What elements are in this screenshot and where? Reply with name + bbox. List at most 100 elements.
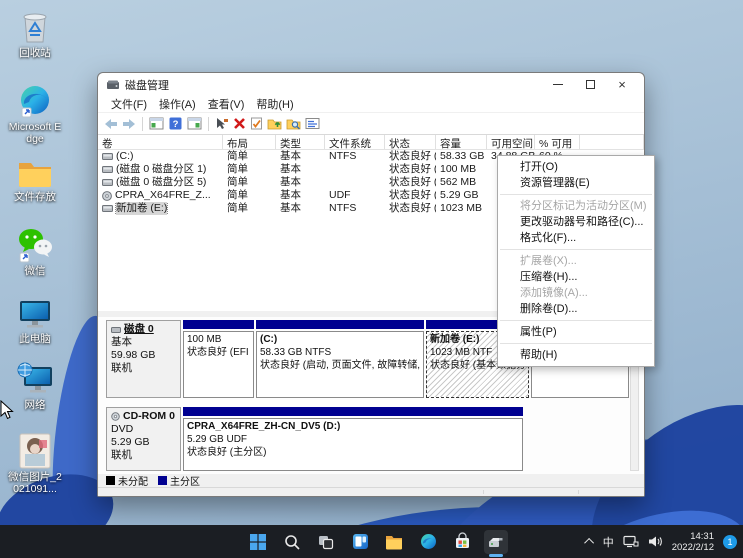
col-free-space[interactable]: 可用空间 [487,135,535,149]
menu-help[interactable]: 帮助(H) [250,95,299,113]
show-console-tree-icon[interactable] [149,117,164,130]
task-view-icon [317,533,335,551]
search-button[interactable] [280,530,304,554]
desktop-icon-label: 微信图片_2021091... [7,472,63,495]
menu-item-help[interactable]: 帮助(H) [498,347,654,363]
start-button[interactable] [246,530,270,554]
menu-item-extend-volume: 扩展卷(X)... [498,253,654,269]
check-document-icon[interactable] [250,117,263,130]
drive-icon [102,153,113,160]
folder-search-icon[interactable] [286,117,301,130]
partition-color-bar [256,320,424,329]
desktop-icon-label: 微信 [7,266,63,278]
desktop-icon-recycle-bin[interactable]: 回收站 [7,8,63,60]
show-action-pane-icon[interactable] [187,117,202,130]
properties-icon[interactable] [305,117,320,130]
disk-management-taskbar-button[interactable] [484,530,508,554]
col-filesystem[interactable]: 文件系统 [325,135,385,149]
col-pct-free[interactable]: % 可用 [535,135,580,149]
edge-icon [419,532,438,551]
menu-file[interactable]: 文件(F) [105,95,153,113]
volume-table-header: 卷 布局 类型 文件系统 状态 容量 可用空间 % 可用 [98,135,644,150]
menu-item-mark-active: 将分区标记为活动分区(M) [498,198,654,214]
desktop-icon-label: 此电脑 [7,334,63,346]
disk-icon [111,327,121,333]
primary-partition-swatch [158,476,167,485]
menu-item-shrink-volume[interactable]: 压缩卷(H)... [498,269,654,285]
disc-icon [111,412,120,421]
col-volume[interactable]: 卷 [98,135,223,149]
task-view-button[interactable] [314,530,338,554]
forward-icon[interactable] [122,118,136,130]
store-button[interactable] [450,530,474,554]
file-explorer-button[interactable] [382,530,406,554]
menu-item-change-drive-letter[interactable]: 更改驱动器号和路径(C)... [498,214,654,230]
disk-management-app-icon [106,79,120,91]
desktop: 回收站 Microsoft Edge 文件存放 [0,0,743,558]
ime-indicator[interactable]: 中 [603,534,614,550]
this-pc-icon [15,296,55,332]
desktop-icon-image-file[interactable]: 微信图片_2021091... [7,432,63,495]
menu-separator [500,194,652,195]
menu-action[interactable]: 操作(A) [153,95,202,113]
tray-time: 14:31 [672,531,714,542]
desktop-icon-label: 回收站 [7,48,63,60]
menu-item-open[interactable]: 打开(O) [498,159,654,175]
col-status[interactable]: 状态 [385,135,436,149]
network-tray-icon[interactable] [623,535,639,548]
menu-item-properties[interactable]: 属性(P) [498,324,654,340]
volume-context-menu: 打开(O) 资源管理器(E) 将分区标记为活动分区(M) 更改驱动器号和路径(C… [497,155,655,367]
back-icon[interactable] [104,118,118,130]
menu-bar: 文件(F) 操作(A) 查看(V) 帮助(H) [98,96,644,113]
title-bar[interactable]: 磁盘管理 × [98,73,644,96]
drive-icon [102,166,113,173]
desktop-icon-folder[interactable]: 文件存放 [7,156,63,204]
partition-d-dvd[interactable]: CPRA_X64FRE_ZH-CN_DV5 (D:) 5.29 GB UDF 状… [183,407,523,471]
menu-item-format[interactable]: 格式化(F)... [498,230,654,246]
desktop-icon-network[interactable]: 网络 [7,358,63,412]
disk-0-label-panel[interactable]: 磁盘 0 基本 59.98 GB 联机 [106,320,181,398]
legend-unallocated: 未分配 [118,473,148,488]
col-layout[interactable]: 布局 [223,135,276,149]
drive-icon [102,179,113,186]
notification-badge[interactable]: 1 [723,535,737,549]
maximize-button[interactable] [574,73,606,96]
menu-separator [500,343,652,344]
window-title: 磁盘管理 [125,77,169,93]
delete-icon[interactable] [233,117,246,130]
mouse-cursor [0,400,14,420]
help-icon[interactable]: ? [168,117,183,130]
volume-tray-icon[interactable] [648,535,663,548]
menu-view[interactable]: 查看(V) [202,95,251,113]
cdrom-0-row: CD-ROM 0 DVD 5.29 GB 联机 CPRA_X64FRE_ZH-C… [106,407,629,471]
legend-bar: 未分配 主分区 [98,474,644,487]
desktop-icon-this-pc[interactable]: 此电脑 [7,296,63,346]
desktop-icon-wechat[interactable]: 微信 [7,226,63,278]
search-icon [283,533,301,551]
clock[interactable]: 14:31 2022/2/12 [672,531,714,553]
hidden-icons-chevron[interactable] [584,538,594,548]
cdrom-0-label-panel[interactable]: CD-ROM 0 DVD 5.29 GB 联机 [106,407,181,471]
edge-taskbar-button[interactable] [416,530,440,554]
desktop-icon-label: 文件存放 [7,192,63,204]
col-capacity[interactable]: 容量 [436,135,487,149]
toolbar: ? [98,113,644,135]
menu-item-delete-volume[interactable]: 删除卷(D)... [498,301,654,317]
microsoft-store-icon [453,532,472,551]
partition-efi[interactable]: 100 MB 状态良好 (EFI 系 [183,320,254,398]
tray-date: 2022/2/12 [672,542,714,553]
col-type[interactable]: 类型 [276,135,325,149]
action-pointer-icon[interactable] [215,117,229,130]
partition-color-bar [183,320,254,329]
partition-c[interactable]: (C:) 58.33 GB NTFS 状态良好 (启动, 页面文件, 故障转储,… [256,320,424,398]
partition-color-bar [183,407,523,416]
folder-up-icon[interactable] [267,117,282,130]
drive-icon [102,205,113,212]
legend-primary: 主分区 [170,473,200,488]
menu-item-explorer[interactable]: 资源管理器(E) [498,175,654,191]
taskbar: 中 14:31 2022/2/12 1 [0,525,743,558]
minimize-button[interactable] [542,73,574,96]
desktop-icon-edge[interactable]: Microsoft Edge [7,82,63,145]
widgets-button[interactable] [348,530,372,554]
close-button[interactable]: × [606,73,638,96]
